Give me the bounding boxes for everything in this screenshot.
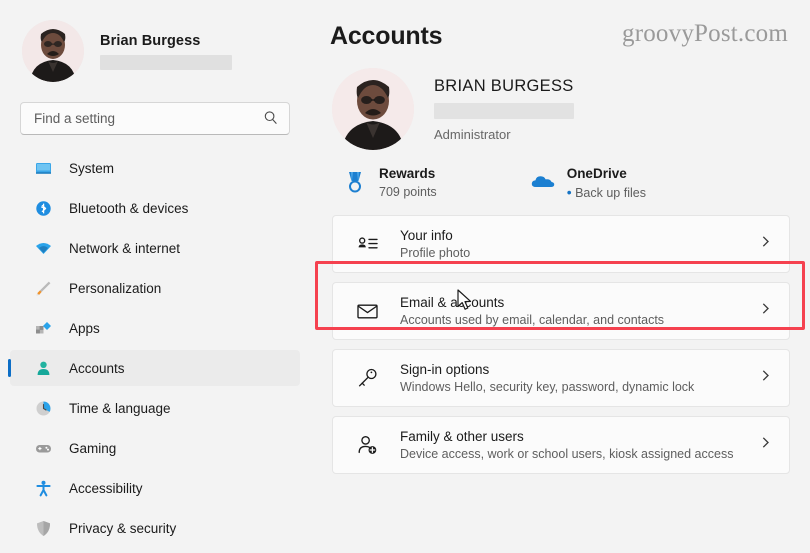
rewards-title: Rewards [379,166,436,181]
card-texts: Email & accounts Accounts used by email,… [400,295,664,327]
card-texts: Your info Profile photo [400,228,470,260]
settings-window: Brian Burgess Sys [0,0,810,553]
sidebar-item-label: Network & internet [69,240,181,256]
chevron-right-icon [759,302,772,320]
sidebar-item-label: System [69,160,115,176]
account-avatar[interactable] [332,68,414,150]
sidebar-item-time-language[interactable]: Time & language [10,390,300,426]
sidebar-item-network-internet[interactable]: Network & internet [10,230,300,266]
settings-cards: Your info Profile photo Email & accounts… [332,215,790,474]
account-hero: BRIAN BURGESS Administrator [320,51,810,150]
sidebar-item-label: Personalization [69,280,162,296]
sidebar-item-label: Time & language [69,400,171,416]
clock-icon [34,399,52,417]
main-content: Accounts groovyPost.com BRIAN BURGESS Ad… [310,0,810,553]
bluetooth-icon [34,199,52,217]
sidebar-profile-texts: Brian Burgess [100,33,232,70]
card-subtitle: Profile photo [400,246,471,260]
paintbrush-icon [34,279,52,297]
avatar [22,20,84,82]
card-title: Family & other users [400,429,524,444]
sidebar-item-apps[interactable]: Apps [10,310,300,346]
envelope-icon [355,299,379,323]
apps-icon [34,319,52,337]
card-subtitle: Windows Hello, security key, password, d… [400,380,695,394]
person-icon [34,359,52,377]
card-texts: Sign-in options Windows Hello, security … [400,362,694,394]
onedrive-texts: OneDrive • Back up files [567,166,646,200]
card-subtitle: Device access, work or school users, kio… [400,447,734,461]
sidebar-item-label: Accounts [69,360,125,376]
key-icon [355,366,379,390]
sidebar-item-accounts[interactable]: Accounts [8,350,300,386]
onedrive-status-label: Back up files [575,186,646,200]
monitor-icon [34,159,52,177]
shield-icon [34,519,52,537]
wifi-icon [34,239,52,257]
sidebar-profile[interactable]: Brian Burgess [0,0,310,84]
account-hero-texts: BRIAN BURGESS Administrator [434,77,574,142]
search-container [20,102,290,135]
bullet-icon: • [566,184,572,200]
card-email-accounts[interactable]: Email & accounts Accounts used by email,… [332,282,790,340]
gamepad-icon [34,439,52,457]
sidebar-item-label: Gaming [69,440,117,456]
card-family-other-users[interactable]: Family & other users Device access, work… [332,416,790,474]
sidebar-item-system[interactable]: System [10,150,300,186]
sidebar-item-privacy-security[interactable]: Privacy & security [10,510,300,546]
watermark: groovyPost.com [622,20,788,47]
card-sign-in-options[interactable]: Sign-in options Windows Hello, security … [332,349,790,407]
chevron-right-icon [759,369,772,387]
sidebar-item-label: Apps [69,320,100,336]
medal-icon [342,169,368,195]
card-title: Your info [400,228,453,243]
sidebar: Brian Burgess Sys [0,0,310,553]
cloud-icon [530,169,556,195]
sidebar-item-accessibility[interactable]: Accessibility [10,470,300,506]
sidebar-item-gaming[interactable]: Gaming [10,430,300,466]
accessibility-icon [34,479,52,497]
chevron-right-icon [759,235,772,253]
sidebar-profile-email-redacted [100,54,232,70]
account-email-redacted [434,102,574,119]
avatar-photo [22,20,84,82]
sidebar-nav: System Bluetooth & devices Network & int… [0,150,310,546]
rewards-texts: Rewards 709 points [379,166,437,199]
account-role: Administrator [434,126,511,142]
card-your-info[interactable]: Your info Profile photo [332,215,790,273]
sidebar-item-bluetooth-devices[interactable]: Bluetooth & devices [10,190,300,226]
rewards-points: 709 points [379,185,437,199]
contact-card-icon [355,232,379,256]
rewards-badge[interactable]: Rewards 709 points [342,166,437,200]
account-badges: Rewards 709 points OneDrive • Back up fi… [320,150,810,200]
sidebar-item-label: Accessibility [69,480,143,496]
sidebar-profile-name: Brian Burgess [100,32,201,49]
account-avatar-photo [332,68,414,150]
sidebar-item-personalization[interactable]: Personalization [10,270,300,306]
onedrive-status: • Back up files [567,185,646,200]
person-add-icon [355,433,379,457]
sidebar-item-label: Bluetooth & devices [69,200,189,216]
card-subtitle: Accounts used by email, calendar, and co… [400,313,665,327]
sidebar-item-label: Privacy & security [69,520,177,536]
chevron-right-icon [759,436,772,454]
card-title: Sign-in options [400,362,490,377]
search-input[interactable] [20,102,290,135]
card-texts: Family & other users Device access, work… [400,429,733,461]
onedrive-badge[interactable]: OneDrive • Back up files [530,166,646,200]
card-title: Email & accounts [400,295,505,310]
onedrive-title: OneDrive [566,166,627,181]
account-name: BRIAN BURGESS [434,76,574,95]
